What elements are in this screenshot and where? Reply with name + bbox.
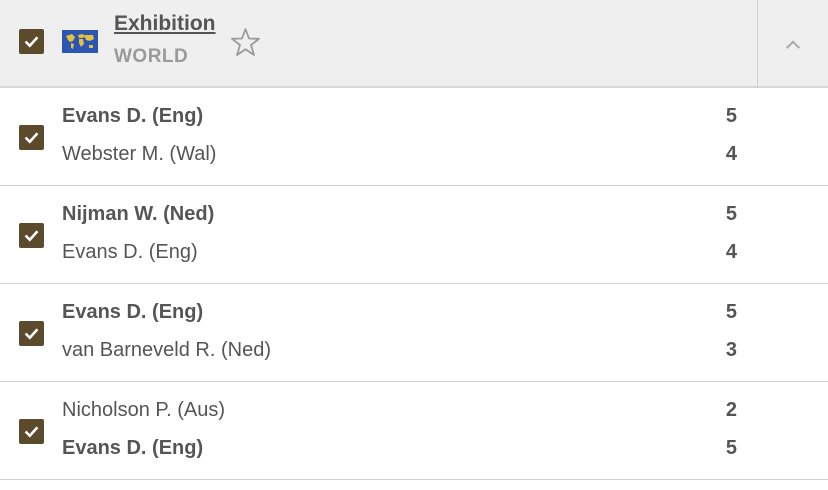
match-checkbox[interactable]: [19, 321, 44, 346]
player-2-score: 5: [725, 437, 737, 459]
player-1-score: 5: [725, 105, 737, 127]
checkmark-icon: [24, 132, 39, 144]
player-2-score: 4: [725, 143, 737, 165]
chevron-up-icon: [785, 39, 801, 49]
match-checkbox[interactable]: [19, 223, 44, 248]
player-2-score: 4: [725, 241, 737, 263]
league-checkbox[interactable]: [19, 29, 44, 54]
checkmark-icon: [24, 36, 39, 48]
player-1-name: Nicholson P. (Aus): [62, 399, 226, 421]
player-1-name: Nijman W. (Ned): [62, 203, 215, 225]
player-1-name: Evans D. (Eng): [62, 105, 204, 127]
player-2-score: 3: [725, 339, 737, 361]
collapse-button[interactable]: [757, 0, 828, 88]
league-title[interactable]: Exhibition: [114, 12, 216, 36]
world-map-flag-icon: [62, 30, 98, 53]
league-country: WORLD: [114, 46, 189, 67]
match-row[interactable]: Evans D. (Eng) 5 van Barneveld R. (Ned) …: [0, 284, 828, 382]
player-1-score: 5: [725, 203, 737, 225]
player-2-name: Evans D. (Eng): [62, 437, 204, 459]
player-1-name: Evans D. (Eng): [62, 301, 204, 323]
player-1-score: 5: [725, 301, 737, 323]
checkmark-icon: [24, 230, 39, 242]
player-2-name: Evans D. (Eng): [62, 241, 198, 263]
checkmark-icon: [24, 426, 39, 438]
match-row[interactable]: Nicholson P. (Aus) 2 Evans D. (Eng) 5: [0, 382, 828, 480]
match-row[interactable]: Nijman W. (Ned) 5 Evans D. (Eng) 4: [0, 186, 828, 284]
checkmark-icon: [24, 328, 39, 340]
player-2-name: van Barneveld R. (Ned): [62, 339, 271, 361]
match-checkbox[interactable]: [19, 419, 44, 444]
match-row[interactable]: Evans D. (Eng) 5 Webster M. (Wal) 4: [0, 88, 828, 186]
player-1-score: 2: [725, 399, 737, 421]
player-2-name: Webster M. (Wal): [62, 143, 217, 165]
match-checkbox[interactable]: [19, 125, 44, 150]
league-header: Exhibition WORLD: [0, 0, 828, 88]
star-outline-icon[interactable]: [229, 26, 262, 59]
